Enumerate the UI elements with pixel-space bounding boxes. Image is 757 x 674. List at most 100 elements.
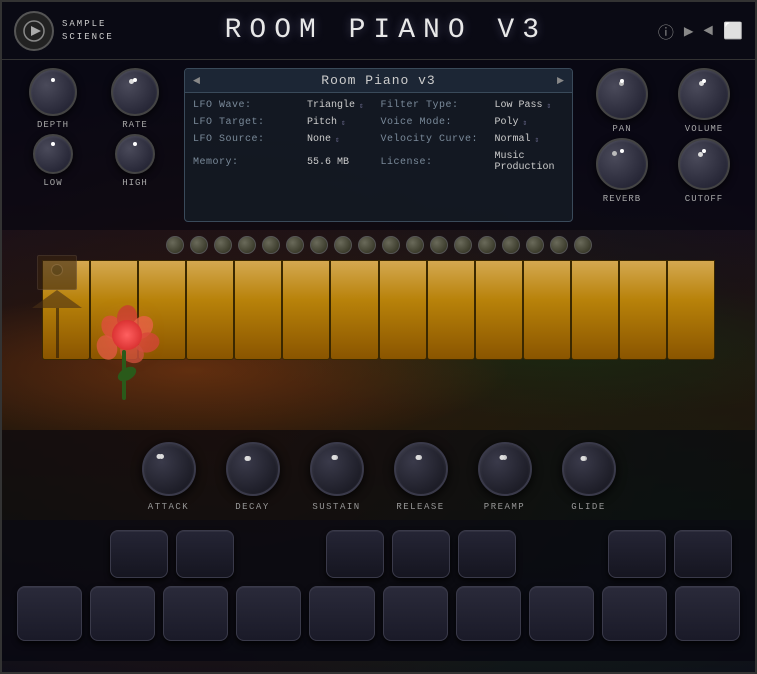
lfo-target-value[interactable]: Pitch ⇕ (307, 117, 377, 128)
mini-knob-14[interactable] (478, 236, 496, 254)
info-row-1: LFO Wave: Triangle ⇕ Filter Type: Low Pa… (185, 97, 572, 114)
attack-label: ATTACK (148, 502, 189, 512)
white-key-11[interactable] (523, 260, 571, 360)
pad-bot-1[interactable] (17, 586, 82, 641)
white-key-12[interactable] (571, 260, 619, 360)
pan-knob-container: PAN (583, 68, 661, 134)
mini-knob-16[interactable] (526, 236, 544, 254)
high-knob-container: HIGH (96, 134, 174, 188)
pad-bot-7[interactable] (456, 586, 521, 641)
mini-knob-2[interactable] (190, 236, 208, 254)
mini-knob-3[interactable] (214, 236, 232, 254)
preset-next-button[interactable]: ► (557, 74, 564, 88)
mini-knob-9[interactable] (358, 236, 376, 254)
filter-type-arrows[interactable]: ⇕ (547, 101, 552, 111)
depth-knob[interactable] (29, 68, 77, 116)
mini-knob-10[interactable] (382, 236, 400, 254)
top-pad-row (17, 530, 740, 578)
pad-top-7[interactable] (674, 530, 732, 578)
info-panel: ◄ Room Piano v3 ► LFO Wave: Triangle ⇕ F… (184, 68, 573, 222)
glide-knob[interactable] (562, 442, 616, 496)
mini-knob-8[interactable] (334, 236, 352, 254)
mini-knob-12[interactable] (430, 236, 448, 254)
white-key-14[interactable] (667, 260, 715, 360)
license-label: License: (381, 157, 491, 168)
voice-mode-value[interactable]: Poly ⇕ (495, 117, 565, 128)
pad-top-1[interactable] (110, 530, 168, 578)
filter-type-value[interactable]: Low Pass ⇕ (495, 100, 565, 111)
rate-knob[interactable] (111, 68, 159, 116)
pad-bot-6[interactable] (383, 586, 448, 641)
velocity-curve-value[interactable]: Normal ⇕ (495, 134, 565, 145)
low-knob-container: LOW (14, 134, 92, 188)
lfo-wave-value[interactable]: Triangle ⇕ (307, 100, 377, 111)
release-label: RELEASE (396, 502, 444, 512)
pad-bot-10[interactable] (675, 586, 740, 641)
mini-knob-18[interactable] (574, 236, 592, 254)
birdhouse-decoration (32, 240, 82, 310)
pan-knob[interactable] (596, 68, 648, 120)
mini-knob-5[interactable] (262, 236, 280, 254)
preamp-knob[interactable] (478, 442, 532, 496)
pad-top-6[interactable] (608, 530, 666, 578)
mini-knob-17[interactable] (550, 236, 568, 254)
pad-top-3[interactable] (326, 530, 384, 578)
sustain-knob[interactable] (310, 442, 364, 496)
high-label: HIGH (122, 178, 148, 188)
volume-label: VOLUME (685, 124, 723, 134)
pad-bot-9[interactable] (602, 586, 667, 641)
mini-knob-13[interactable] (454, 236, 472, 254)
logo-text: SAMPLE SCIENCE (62, 18, 114, 43)
pad-bot-8[interactable] (529, 586, 594, 641)
mini-knob-4[interactable] (238, 236, 256, 254)
back-icon[interactable]: ◄ (703, 22, 713, 40)
white-key-9[interactable] (427, 260, 475, 360)
white-key-6[interactable] (282, 260, 330, 360)
pad-top-4[interactable] (392, 530, 450, 578)
info-icon[interactable]: ⓘ (658, 19, 674, 43)
pad-top-2[interactable] (176, 530, 234, 578)
sustain-label: SUSTAIN (312, 502, 360, 512)
reverb-knob[interactable] (596, 138, 648, 190)
mini-knob-11[interactable] (406, 236, 424, 254)
pad-bot-2[interactable] (90, 586, 155, 641)
cutoff-knob[interactable] (678, 138, 730, 190)
white-key-5[interactable] (234, 260, 282, 360)
lfo-wave-arrows[interactable]: ⇕ (359, 101, 364, 111)
info-rows: LFO Wave: Triangle ⇕ Filter Type: Low Pa… (185, 93, 572, 180)
app-title: ROOM PIANO V3 (225, 15, 547, 46)
white-key-10[interactable] (475, 260, 523, 360)
mini-knob-1[interactable] (166, 236, 184, 254)
voice-mode-arrows[interactable]: ⇕ (523, 118, 528, 128)
preamp-container: PREAMP (478, 442, 532, 512)
volume-knob[interactable] (678, 68, 730, 120)
mini-knob-6[interactable] (286, 236, 304, 254)
decay-knob[interactable] (226, 442, 280, 496)
right-knobs-group: PAN VOLUME REVERB CUTOFF (583, 68, 743, 222)
rate-knob-container: RATE (96, 68, 174, 130)
window-icon[interactable]: ⬜ (723, 21, 743, 41)
logo: SAMPLE SCIENCE (14, 11, 114, 51)
lfo-source-arrows[interactable]: ⇕ (335, 135, 340, 145)
velocity-curve-arrows[interactable]: ⇕ (535, 135, 540, 145)
high-knob[interactable] (115, 134, 155, 174)
preset-prev-button[interactable]: ◄ (193, 74, 200, 88)
white-key-8[interactable] (379, 260, 427, 360)
white-key-13[interactable] (619, 260, 667, 360)
mini-knob-15[interactable] (502, 236, 520, 254)
pad-top-5[interactable] (458, 530, 516, 578)
lfo-target-arrows[interactable]: ⇕ (341, 118, 346, 128)
release-knob[interactable] (394, 442, 448, 496)
attack-knob[interactable] (142, 442, 196, 496)
low-knob[interactable] (33, 134, 73, 174)
lfo-wave-label: LFO Wave: (193, 100, 303, 111)
pad-bot-3[interactable] (163, 586, 228, 641)
lfo-source-value[interactable]: None ⇕ (307, 134, 377, 145)
envelope-section: ATTACK DECAY SUSTAIN RELEASE PREAMP (2, 430, 755, 520)
play-icon[interactable]: ▶ (684, 21, 694, 41)
white-key-7[interactable] (330, 260, 378, 360)
pad-bot-5[interactable] (309, 586, 374, 641)
mini-knob-7[interactable] (310, 236, 328, 254)
filter-type-label: Filter Type: (381, 100, 491, 111)
pad-bot-4[interactable] (236, 586, 301, 641)
